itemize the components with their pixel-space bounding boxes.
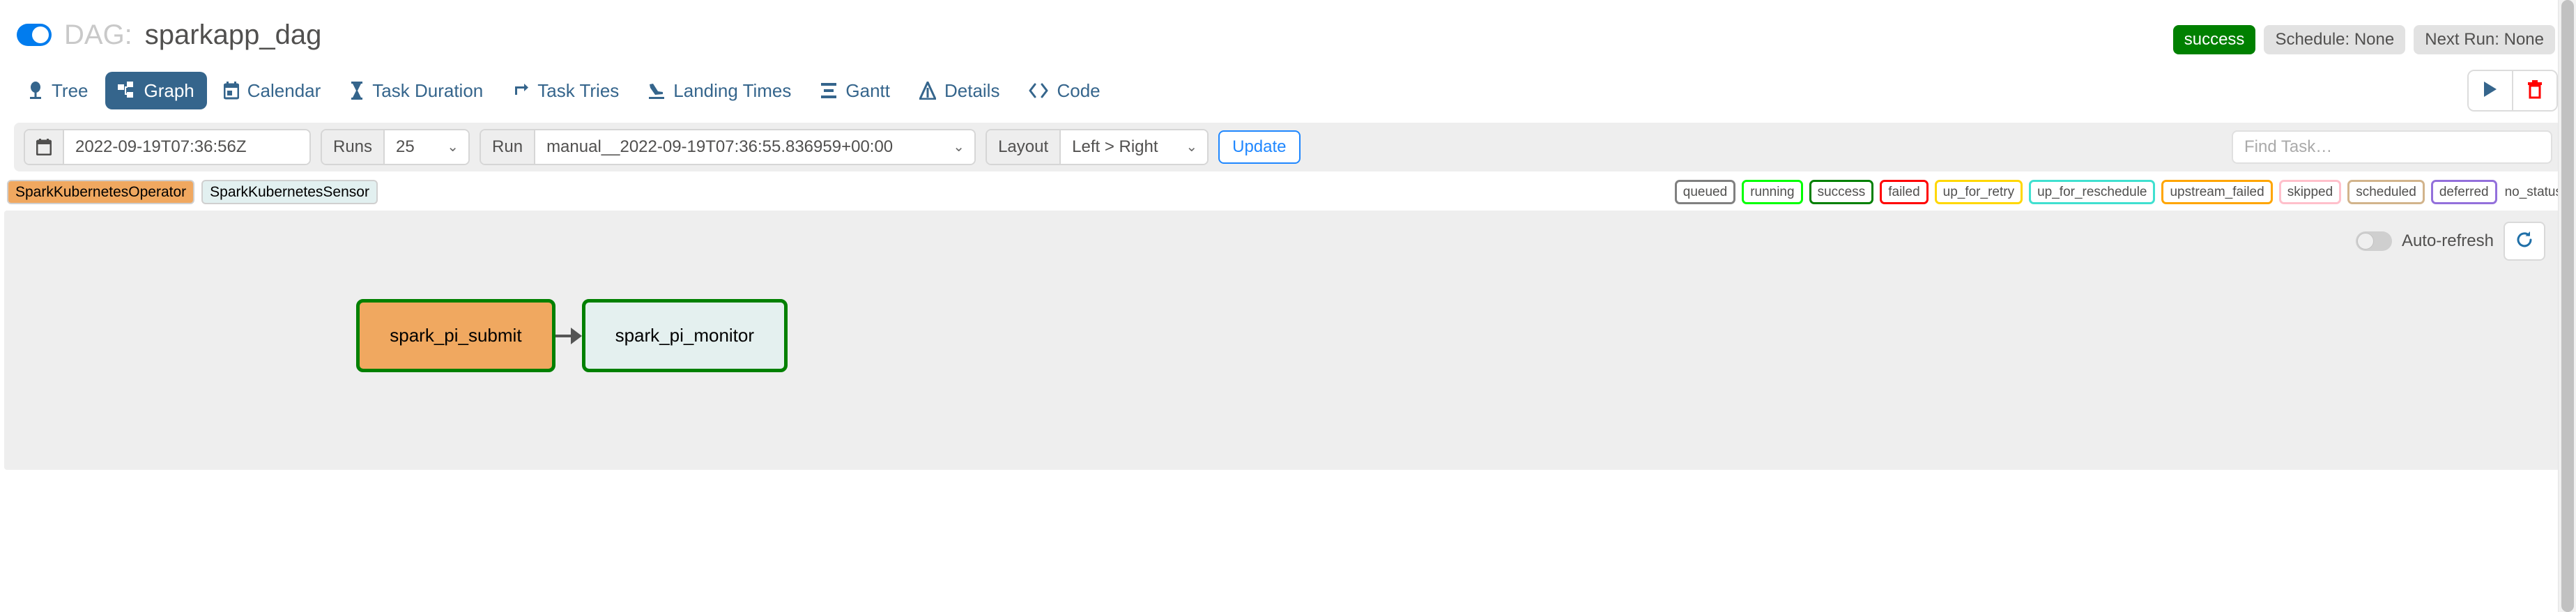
chevron-down-icon: ⌄ (953, 140, 965, 154)
run-group: Run manual__2022-09-19T07:36:55.836959+0… (480, 129, 976, 165)
legend-row: SparkKubernetesOperator SparkKubernetesS… (0, 171, 2576, 211)
gantt-icon (820, 82, 837, 100)
next-run-badge[interactable]: Next Run: None (2414, 25, 2555, 54)
status-badge: success (2173, 25, 2256, 54)
delete-dag-button[interactable] (2512, 71, 2556, 110)
tab-label: Landing Times (673, 82, 791, 100)
trash-icon (2527, 79, 2543, 102)
execution-date-input[interactable] (64, 130, 309, 164)
run-value: manual__2022-09-19T07:36:55.836959+00:00 (546, 137, 893, 157)
chevron-down-icon: ⌄ (447, 140, 459, 154)
retry-icon (512, 82, 529, 100)
graph-edge-arrowhead (571, 328, 582, 344)
operator-legend: SparkKubernetesOperator SparkKubernetesS… (4, 180, 378, 204)
tab-calendar[interactable]: Calendar (211, 72, 334, 109)
tab-label: Gantt (845, 82, 890, 100)
graph-node-spark_pi_submit[interactable]: spark_pi_submit (356, 299, 555, 372)
details-icon (919, 82, 936, 100)
graph-node-label: spark_pi_monitor (615, 325, 754, 346)
layout-select[interactable]: Left > Right ⌄ (1061, 130, 1207, 164)
chevron-down-icon: ⌄ (1186, 140, 1197, 154)
calendar-icon[interactable] (25, 130, 64, 164)
scrollbar-thumb[interactable] (2561, 0, 2574, 612)
graph-node-spark_pi_monitor[interactable]: spark_pi_monitor (582, 299, 788, 372)
graph-edge (555, 335, 572, 337)
graph-icon (118, 82, 136, 100)
legend-state-up-for-retry[interactable]: up_for_retry (1935, 180, 2023, 204)
dag-pause-toggle[interactable] (17, 24, 52, 46)
runs-label: Runs (322, 130, 385, 164)
execution-date-group (24, 129, 311, 165)
legend-state-skipped[interactable]: skipped (2279, 180, 2342, 204)
page-header: DAG: sparkapp_dag success Schedule: None… (0, 0, 2576, 59)
code-icon (1029, 83, 1048, 98)
run-select[interactable]: manual__2022-09-19T07:36:55.836959+00:00… (535, 130, 974, 164)
operator-badge-sparkkubernetessensor[interactable]: SparkKubernetesSensor (201, 180, 378, 204)
tab-label: Code (1057, 82, 1100, 100)
tab-label: Task Tries (537, 82, 619, 100)
graph-panel: Auto-refresh spark_pi_submitspark_pi_mon… (4, 211, 2561, 470)
legend-state-scheduled[interactable]: scheduled (2347, 180, 2425, 204)
legend-state-queued[interactable]: queued (1675, 180, 1735, 204)
runs-value: 25 (396, 137, 415, 157)
page-title: sparkapp_dag (145, 21, 322, 49)
tab-code[interactable]: Code (1016, 72, 1112, 109)
graph-canvas[interactable]: spark_pi_submit spark_pi_monitor (4, 211, 2561, 470)
tree-icon (28, 82, 43, 100)
tab-graph[interactable]: Graph (105, 72, 207, 109)
tab-task-tries[interactable]: Task Tries (500, 72, 631, 109)
tab-label: Details (944, 82, 999, 100)
tab-label: Task Duration (372, 82, 483, 100)
header-badges: success Schedule: None Next Run: None (2173, 21, 2555, 54)
tab-label: Calendar (247, 82, 321, 100)
run-label: Run (481, 130, 535, 164)
layout-value: Left > Right (1072, 137, 1158, 157)
legend-state-deferred[interactable]: deferred (2431, 180, 2497, 204)
runs-group: Runs 25 ⌄ (321, 129, 470, 165)
layout-group: Layout Left > Right ⌄ (986, 129, 1209, 165)
play-icon (2482, 80, 2499, 102)
toggle-knob (32, 26, 49, 43)
layout-label: Layout (987, 130, 1061, 164)
graph-node-label: spark_pi_submit (390, 325, 521, 346)
tab-task-duration[interactable]: Task Duration (337, 72, 496, 109)
legend-state-failed[interactable]: failed (1880, 180, 1928, 204)
operator-badge-sparkkubernetesoperator[interactable]: SparkKubernetesOperator (7, 180, 194, 204)
dag-label: DAG: (64, 21, 132, 49)
hourglass-icon (350, 82, 364, 100)
page-scrollbar[interactable] (2558, 0, 2576, 612)
tab-label: Tree (52, 82, 89, 100)
tab-tree[interactable]: Tree (15, 72, 101, 109)
trigger-dag-button[interactable] (2469, 71, 2512, 110)
landing-icon (648, 82, 665, 100)
legend-state-running[interactable]: running (1742, 180, 1802, 204)
legend-state-up-for-reschedule[interactable]: up_for_reschedule (2029, 180, 2155, 204)
legend-state-upstream-failed[interactable]: upstream_failed (2161, 180, 2272, 204)
tab-gantt[interactable]: Gantt (808, 72, 903, 109)
status-legend: queued running success failed up_for_ret… (1675, 180, 2563, 204)
calendar-icon (224, 82, 239, 100)
find-task-input[interactable] (2232, 130, 2552, 164)
runs-select[interactable]: 25 ⌄ (385, 130, 468, 164)
tab-details[interactable]: Details (907, 72, 1012, 109)
dag-nav-bar: Tree Graph Calendar Task Duration Task T (0, 59, 2576, 123)
schedule-badge[interactable]: Schedule: None (2264, 25, 2405, 54)
dag-title: DAG: sparkapp_dag (17, 21, 321, 49)
tab-label: Graph (144, 82, 194, 100)
legend-state-success[interactable]: success (1809, 180, 1874, 204)
filter-bar: Runs 25 ⌄ Run manual__2022-09-19T07:36:5… (14, 123, 2562, 171)
tab-landing-times[interactable]: Landing Times (636, 72, 804, 109)
update-button[interactable]: Update (1218, 130, 1300, 164)
legend-state-no-status: no_status (2504, 182, 2563, 202)
dag-action-buttons (2467, 70, 2558, 112)
dag-tabs: Tree Graph Calendar Task Duration Task T (15, 72, 1113, 109)
